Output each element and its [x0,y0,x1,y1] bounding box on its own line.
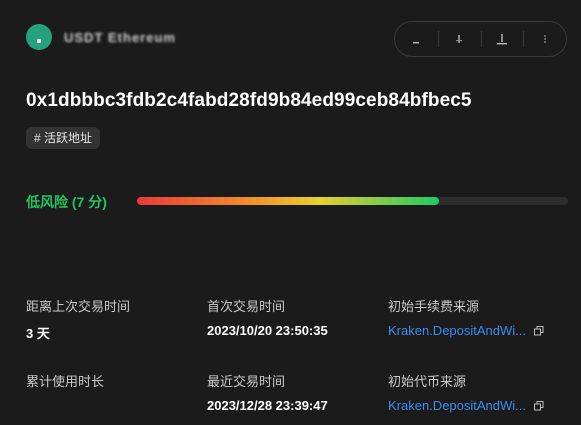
active-address-tag: # 活跃地址 [26,127,101,149]
token-source-link[interactable]: Kraken.DepositAndWi... [388,398,526,413]
first-tx-time: 首次交易时间 2023/10/20 23:50:35 [207,296,328,338]
download-icon [496,34,507,45]
initial-fee-source: 初始手续费来源 Kraken.DepositAndWi... [388,296,544,338]
info-value: 2023/10/20 23:50:35 [207,323,328,338]
usage-duration: 累计使用时长 [26,371,104,398]
share-button[interactable] [437,22,481,56]
initial-token-source: 初始代币来源 Kraken.DepositAndWi... [388,371,544,413]
risk-score-label: 低风险 (7 分) [26,194,107,210]
risk-score-fill [137,197,439,205]
more-button[interactable] [523,22,566,56]
token-header: USDT Ethereum [26,24,176,50]
fee-source-link[interactable]: Kraken.DepositAndWi... [388,323,526,338]
info-label: 初始手续费来源 [388,299,480,314]
copy-icon[interactable] [534,325,544,336]
action-button-group [394,21,567,57]
usdt-token-icon [26,24,52,50]
minus-icon [413,42,420,44]
info-label: 最近交易时间 [207,374,286,389]
risk-score-bar [137,197,568,205]
info-value: 3 天 [26,326,50,341]
info-label: 初始代币来源 [388,374,467,389]
latest-tx-time: 最近交易时间 2023/12/28 23:39:47 [207,371,328,413]
days-since-last-tx: 距离上次交易时间 3 天 [26,296,130,342]
info-label: 距离上次交易时间 [26,299,131,314]
wallet-address: 0x1dbbbc3fdb2c4fabd28fd9b84ed99ceb84bfbe… [26,90,472,111]
token-name: USDT Ethereum [64,29,176,45]
copy-icon[interactable] [534,400,544,411]
minus-button[interactable] [395,22,438,56]
info-value: 2023/12/28 23:39:47 [207,398,328,413]
info-label: 累计使用时长 [26,374,105,389]
download-button[interactable] [480,22,524,56]
more-icon [543,35,546,43]
info-label: 首次交易时间 [207,299,286,314]
share-icon [456,35,463,43]
